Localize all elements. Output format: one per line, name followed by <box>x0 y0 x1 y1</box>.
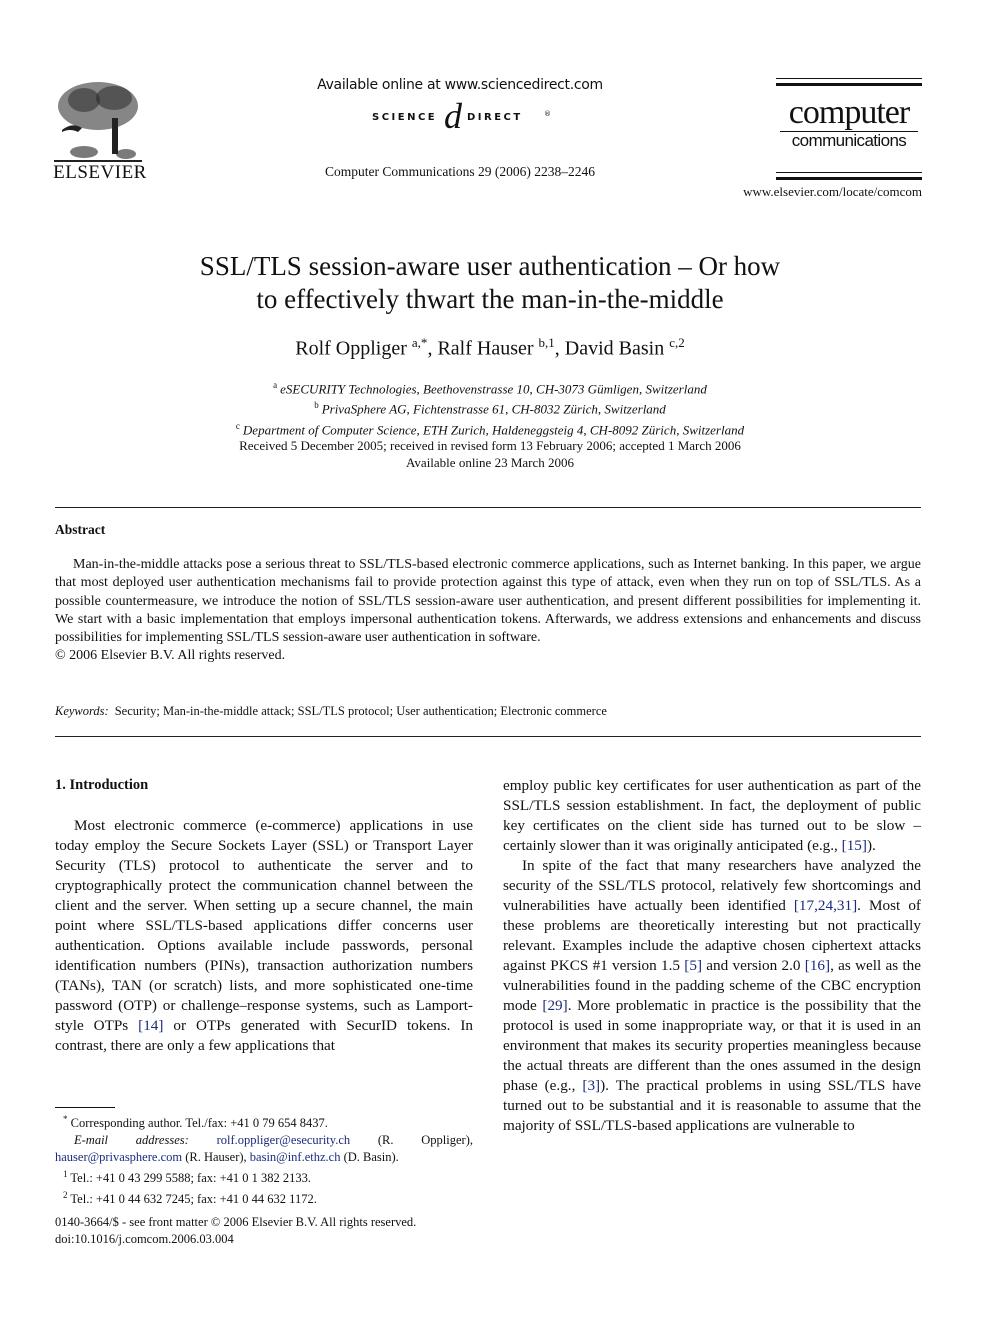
citation-link[interactable]: [14] <box>138 1017 163 1034</box>
available-online-date: Available online 23 March 2006 <box>406 455 574 470</box>
citation-link[interactable]: [16] <box>805 957 830 974</box>
footnote-mark: * <box>63 1114 68 1124</box>
affiliation-item: b PrivaSphere AG, Fichtenstrasse 61, CH-8… <box>100 397 880 417</box>
logo-rule <box>776 177 922 180</box>
paper-title: SSL/TLS session-aware user authenticatio… <box>100 250 880 316</box>
available-online-text[interactable]: Available online at www.sciencedirect.co… <box>300 77 620 93</box>
affiliation-text: PrivaSphere AG, Fichtenstrasse 61, CH-80… <box>321 401 666 417</box>
journal-reference: Computer Communications 29 (2006) 2238–2… <box>325 164 595 179</box>
sciencedirect-direct-word: DIRECT <box>467 112 523 123</box>
author-name[interactable]: David Basin <box>565 338 664 360</box>
footnote-mark: 1 <box>63 1169 68 1180</box>
affiliation-item: c Department of Computer Science, ETH Zur… <box>100 418 880 438</box>
right-column: employ public key certificates for user … <box>503 776 921 1136</box>
article-history: Received 5 December 2005; received in re… <box>100 437 880 471</box>
paragraph: In spite of the fact that many researche… <box>503 856 921 1136</box>
footnote-2: 2 Tel.: +41 0 44 632 7245; fax: +41 0 44… <box>55 1187 473 1208</box>
paragraph: Most electronic commerce (e-commerce) ap… <box>55 816 473 1056</box>
affiliation-mark: a <box>273 380 278 390</box>
email-link[interactable]: rolf.oppliger@esecurity.ch <box>217 1133 351 1147</box>
citation-link[interactable]: [3] <box>582 1077 600 1094</box>
email-owner: (D. Basin). <box>340 1150 399 1165</box>
affiliation-text: eSECURITY Technologies, Beethovenstrasse… <box>280 381 707 397</box>
keywords-label: Keywords: <box>55 704 109 718</box>
title-line-1: SSL/TLS session-aware user authenticatio… <box>199 251 781 281</box>
section-heading-introduction: 1. Introduction <box>55 777 149 793</box>
footnote-emails: E-mail addresses: rolf.oppliger@esecurit… <box>55 1132 473 1166</box>
issn-line: 0140-3664/$ - see front matter © 2006 El… <box>55 1215 417 1229</box>
logo-rule <box>776 78 922 79</box>
doi-link[interactable]: doi:10.1016/j.comcom.2006.03.004 <box>55 1231 473 1248</box>
divider <box>55 507 921 508</box>
citation-link[interactable]: [29] <box>542 997 567 1014</box>
left-column: Most electronic commerce (e-commerce) ap… <box>55 816 473 1056</box>
affiliation-list: a eSECURITY Technologies, Beethovenstrass… <box>100 377 880 438</box>
footnote-mark: 2 <box>63 1190 68 1201</box>
email-owner: (R. Oppliger), <box>350 1133 474 1148</box>
email-owner: (R. Hauser), <box>182 1150 250 1165</box>
journal-url-link[interactable]: www.elsevier.com/locate/comcom <box>720 184 922 200</box>
footnote-text: Corresponding author. Tel./fax: +41 0 79… <box>70 1116 328 1131</box>
footnote-1: 1 Tel.: +41 0 43 299 5588; fax: +41 0 1 … <box>55 1166 473 1187</box>
footnotes: * Corresponding author. Tel./fax: +41 0 … <box>55 1111 473 1208</box>
received-dates: Received 5 December 2005; received in re… <box>239 438 741 453</box>
keywords-list: Security; Man-in-the-middle attack; SSL/… <box>114 704 607 718</box>
author-marks[interactable]: a,* <box>412 335 428 350</box>
footnote-divider <box>55 1107 115 1108</box>
citation-link[interactable]: [15] <box>842 837 867 854</box>
abstract-body: Man-in-the-middle attacks pose a serious… <box>55 556 921 666</box>
title-line-2: to effectively thwart the man-in-the-mid… <box>256 284 724 314</box>
email-link[interactable]: basin@inf.ethz.ch <box>250 1150 341 1164</box>
citation-link[interactable]: [17,24,31] <box>794 897 857 914</box>
logo-rule <box>776 83 922 86</box>
abstract-text: Man-in-the-middle attacks pose a serious… <box>55 557 921 646</box>
author-list: Rolf Oppliger a,*, Ralf Hauser b,1, Davi… <box>100 335 880 361</box>
affiliation-item: a eSECURITY Technologies, Beethovenstrass… <box>100 377 880 397</box>
elsevier-tree-icon <box>54 82 142 162</box>
author-name[interactable]: Ralf Hauser <box>437 338 533 360</box>
trademark-mark: ® <box>544 110 551 118</box>
affiliation-mark: b <box>314 400 319 411</box>
sciencedirect-logo[interactable]: SCIENCE d DIRECT ® <box>340 96 580 138</box>
logo-rule <box>776 172 922 173</box>
footnote-text: Tel.: +41 0 44 632 7245; fax: +41 0 44 6… <box>70 1192 317 1207</box>
email-link[interactable]: hauser@privasphere.com <box>55 1150 182 1164</box>
journal-logo-computer: computer <box>788 94 910 131</box>
footnote-text: Tel.: +41 0 43 299 5588; fax: +41 0 1 38… <box>70 1171 312 1186</box>
author-separator: , <box>427 337 438 360</box>
journal-logo: computer communications <box>776 78 922 180</box>
email-label: E-mail addresses: <box>74 1133 189 1148</box>
abstract-copyright: © 2006 Elsevier B.V. All rights reserved… <box>55 648 286 664</box>
author-separator: , <box>554 337 565 360</box>
abstract-heading: Abstract <box>55 522 106 537</box>
author-name[interactable]: Rolf Oppliger <box>295 338 407 360</box>
paragraph: employ public key certificates for user … <box>503 776 921 856</box>
divider <box>55 736 921 737</box>
sciencedirect-science-word: SCIENCE <box>372 112 438 123</box>
paragraph-text: and version 2.0 <box>702 957 805 974</box>
footnote-corresponding: * Corresponding author. Tel./fax: +41 0 … <box>55 1111 473 1132</box>
elsevier-logo: ELSEVIER <box>50 78 150 183</box>
journal-logo-communications: communications <box>791 131 907 150</box>
keywords: Keywords: Security; Man-in-the-middle att… <box>55 704 921 719</box>
paragraph-text: ). <box>866 837 876 854</box>
publisher-name: ELSEVIER <box>53 162 147 183</box>
affiliation-text: Department of Computer Science, ETH Zuri… <box>242 421 745 437</box>
sciencedirect-at-icon: d <box>444 96 462 136</box>
affiliation-mark: c <box>235 420 240 431</box>
author-marks[interactable]: b,1 <box>539 335 555 350</box>
author-marks[interactable]: c,2 <box>669 335 685 350</box>
front-matter: 0140-3664/$ - see front matter © 2006 El… <box>55 1214 473 1248</box>
citation-link[interactable]: [5] <box>684 957 702 974</box>
paragraph-text: Most electronic commerce (e-commerce) ap… <box>55 817 473 1034</box>
